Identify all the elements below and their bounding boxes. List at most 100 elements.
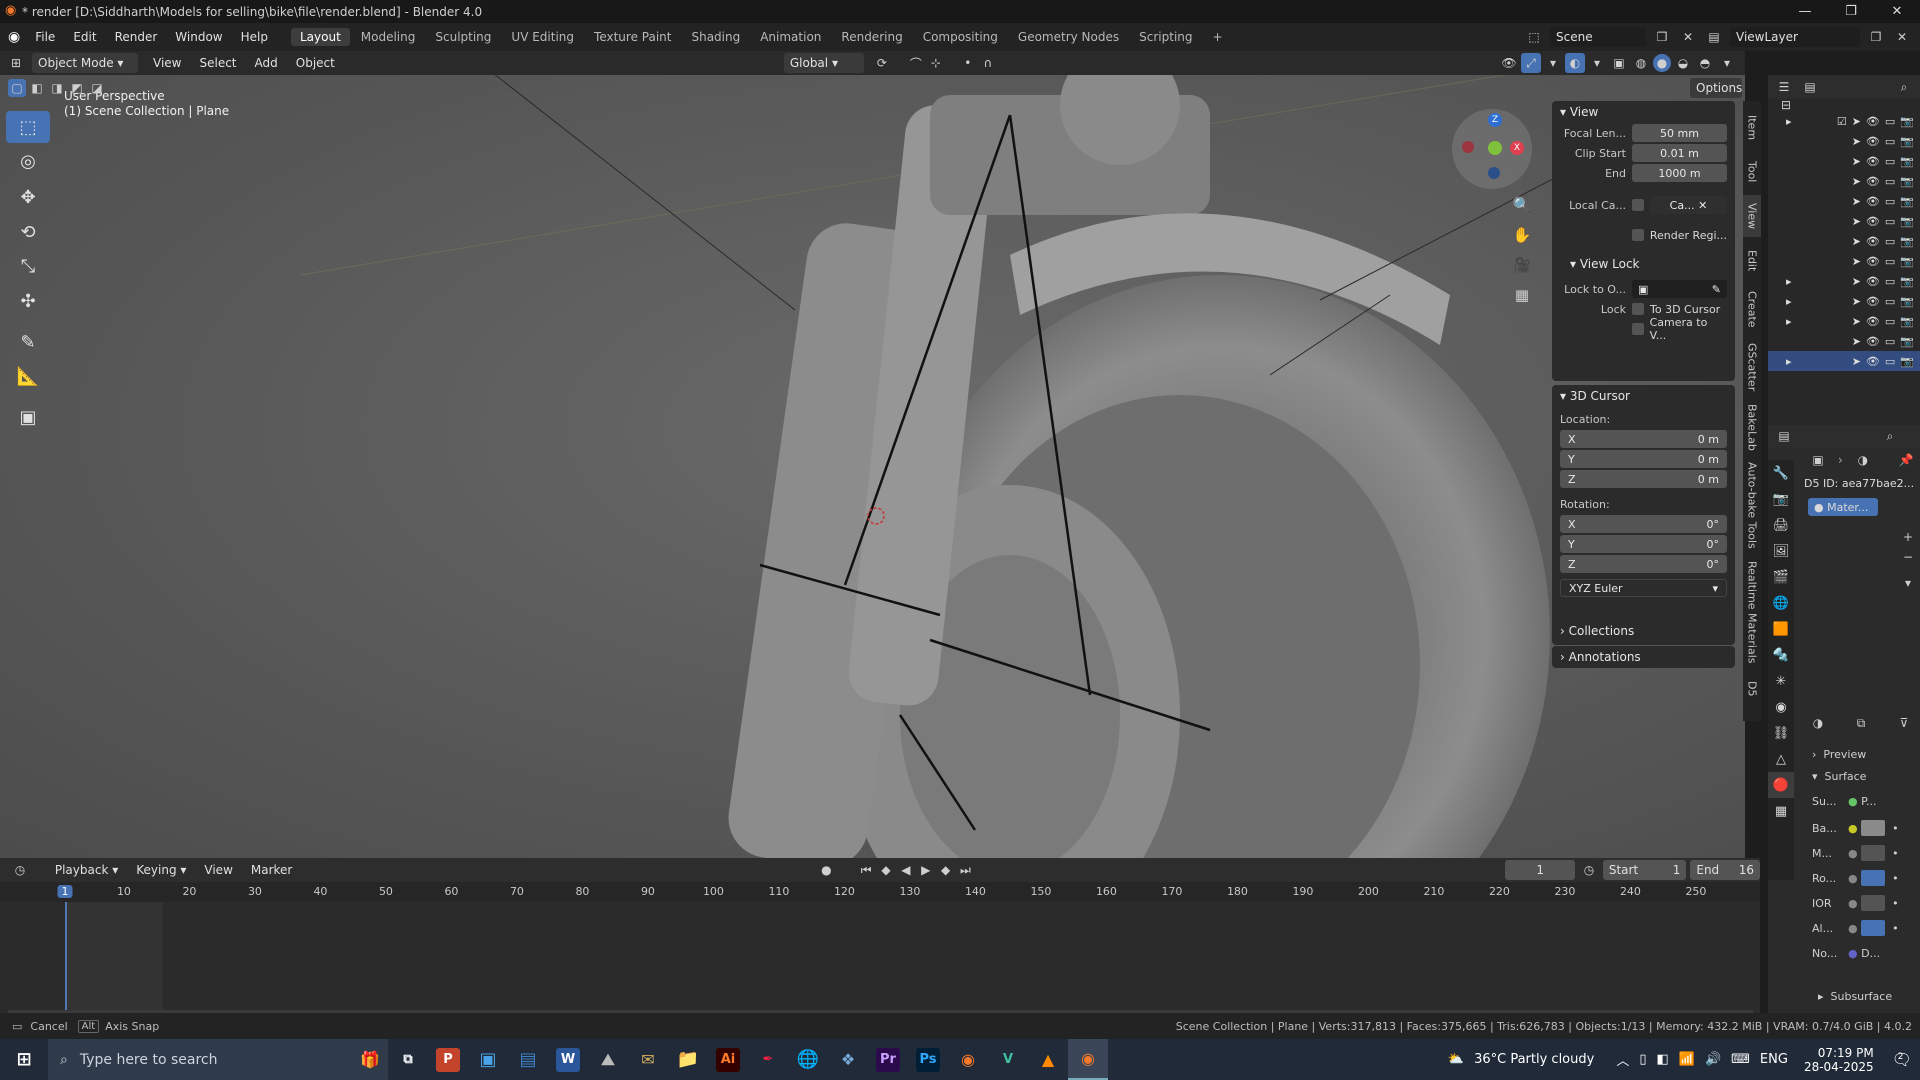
timeline-ruler[interactable]: 1 10 20 30 40 50 60 70 80 90 100 110 120 130 140 150 160… xyxy=(0,882,1760,902)
wifi-icon[interactable]: 📶 xyxy=(1679,1052,1695,1067)
tool-props-icon[interactable]: 🔧 xyxy=(1768,460,1794,486)
render-camera-icon[interactable]: 📷 xyxy=(1900,215,1914,228)
remove-slot-icon[interactable]: − xyxy=(1898,547,1918,567)
zoom-icon[interactable]: 🔍 xyxy=(1512,195,1532,215)
pin-icon[interactable]: 📌 xyxy=(1896,450,1916,470)
cursor-rotation-y[interactable]: Y 0° xyxy=(1560,535,1727,553)
viewport-disable-icon[interactable]: ▭ xyxy=(1885,295,1895,308)
render-camera-icon[interactable]: 📷 xyxy=(1900,335,1914,348)
eye-icon[interactable]: 👁 xyxy=(1866,275,1880,288)
gizmo-neg-z[interactable] xyxy=(1488,167,1500,179)
snap-icon[interactable]: ⌒ xyxy=(906,53,926,73)
cursor-rotation-x[interactable]: X 0° xyxy=(1560,515,1727,533)
metallic-row[interactable]: M... ● • xyxy=(1812,842,1916,864)
modifier-props-icon[interactable]: 🔩 xyxy=(1768,642,1794,668)
tab-shading[interactable]: Shading xyxy=(682,28,749,46)
notifications-icon[interactable]: 🗨 2 xyxy=(1892,1050,1912,1069)
view-layer-field[interactable]: ViewLayer xyxy=(1730,27,1860,47)
pivot-icon[interactable]: ⟳ xyxy=(872,53,892,73)
measure-tool[interactable]: 📐 xyxy=(6,360,50,392)
local-camera-field[interactable]: Ca... ✕ xyxy=(1650,196,1727,214)
select-arrow-icon[interactable]: ➤ xyxy=(1852,275,1861,288)
falloff-icon[interactable]: ∩ xyxy=(978,53,998,73)
render-camera-icon[interactable]: 📷 xyxy=(1900,195,1914,208)
material-props-icon[interactable]: 🔴 xyxy=(1768,772,1794,798)
viewport-disable-icon[interactable]: ▭ xyxy=(1885,315,1895,328)
select-arrow-icon[interactable]: ➤ xyxy=(1852,175,1861,188)
navigation-gizmo[interactable]: Z X xyxy=(1452,109,1532,189)
eye-icon[interactable]: 👁 xyxy=(1866,135,1880,148)
outliner-row[interactable]: ➤ 👁 ▭ 📷 xyxy=(1768,171,1920,191)
new-view-layer-icon[interactable]: ❐ xyxy=(1866,27,1886,47)
viewport-disable-icon[interactable]: ▭ xyxy=(1885,335,1895,348)
tab-d5[interactable]: D5 xyxy=(1743,675,1761,703)
viewport-3d[interactable]: User Perspective (1) Scene Collection | … xyxy=(0,75,1745,858)
clip-start-field[interactable]: 0.01 m xyxy=(1632,144,1727,162)
end-frame-field[interactable]: End 16 xyxy=(1690,860,1760,880)
data-props-icon[interactable]: △ xyxy=(1768,746,1794,772)
close-button[interactable]: ✕ xyxy=(1874,0,1920,23)
physics-props-icon[interactable]: ◉ xyxy=(1768,694,1794,720)
jump-end-icon[interactable]: ⏭ xyxy=(956,860,976,880)
viewport-disable-icon[interactable]: ▭ xyxy=(1885,275,1895,288)
transform-tool[interactable]: ✣ xyxy=(6,285,50,317)
shading-dropdown-icon[interactable]: ▾ xyxy=(1717,53,1737,73)
constraints-props-icon[interactable]: ⛓ xyxy=(1768,720,1794,746)
select-arrow-icon[interactable]: ➤ xyxy=(1852,355,1861,368)
solid-shading-icon[interactable]: ● xyxy=(1653,54,1671,72)
tab-modeling[interactable]: Modeling xyxy=(352,28,425,46)
menu-render[interactable]: Render xyxy=(106,30,167,44)
weather-label[interactable]: 36°C Partly cloudy xyxy=(1474,1052,1594,1067)
subsurface-section[interactable]: ▸ Subsurface xyxy=(1818,985,1892,1007)
object-props-icon[interactable]: 🟧 xyxy=(1768,616,1794,642)
camera-view-icon[interactable]: 🎥 xyxy=(1512,255,1532,275)
viewport-disable-icon[interactable]: ▭ xyxy=(1885,175,1895,188)
outliner-row[interactable]: ➤ 👁 ▭ 📷 xyxy=(1768,251,1920,271)
clip-end-field[interactable]: 1000 m xyxy=(1632,164,1727,182)
photos-icon[interactable]: ⛰ xyxy=(588,1039,628,1080)
texture-props-icon[interactable]: ▦ xyxy=(1768,798,1794,824)
proportional-edit-icon[interactable]: • xyxy=(958,53,978,73)
pan-hand-icon[interactable]: ✋ xyxy=(1512,225,1532,245)
select-arrow-icon[interactable]: ➤ xyxy=(1852,335,1861,348)
local-camera-checkbox[interactable] xyxy=(1632,199,1644,211)
expand-icon[interactable]: ▸ xyxy=(1786,275,1792,288)
tab-gscatter[interactable]: GScatter xyxy=(1743,339,1761,395)
move-tool[interactable]: ✥ xyxy=(6,181,50,213)
tab-view[interactable]: View xyxy=(1743,195,1761,237)
render-camera-icon[interactable]: 📷 xyxy=(1900,235,1914,248)
eye-icon[interactable]: 👁 xyxy=(1866,295,1880,308)
render-camera-icon[interactable]: 📷 xyxy=(1900,175,1914,188)
surface-section[interactable]: ▾ Surface xyxy=(1812,765,1866,787)
transform-orientation-dropdown[interactable]: Global ▾ xyxy=(783,53,864,73)
cursor-section-header[interactable]: ▾ 3D Cursor xyxy=(1552,385,1735,407)
menu-edit[interactable]: Edit xyxy=(64,30,105,44)
particles-props-icon[interactable]: ✳ xyxy=(1768,668,1794,694)
scene-props-icon[interactable]: 🎬 xyxy=(1768,564,1794,590)
outliner-row[interactable]: ➤ 👁 ▭ 📷 xyxy=(1768,131,1920,151)
select-box-tool[interactable]: ⬚ xyxy=(6,111,50,143)
select-arrow-icon[interactable]: ➤ xyxy=(1852,155,1861,168)
tab-compositing[interactable]: Compositing xyxy=(914,28,1007,46)
select-extend-icon[interactable]: ◧ xyxy=(28,79,46,97)
menu-view[interactable]: View xyxy=(144,56,190,70)
viewport-disable-icon[interactable]: ▭ xyxy=(1885,215,1895,228)
weather-icon[interactable]: ⛅ xyxy=(1448,1052,1464,1067)
gizmo-z-axis[interactable]: Z xyxy=(1488,113,1502,127)
base-color-row[interactable]: Ba... ● • xyxy=(1812,817,1916,839)
record-icon[interactable]: ● xyxy=(816,860,836,880)
select-new-icon[interactable]: ▢ xyxy=(8,79,26,97)
photoshop-icon[interactable]: Ps xyxy=(916,1047,940,1072)
add-workspace-button[interactable]: + xyxy=(1204,28,1232,46)
add-slot-icon[interactable]: + xyxy=(1898,527,1918,547)
maximize-button[interactable]: ❐ xyxy=(1828,0,1874,23)
visibility-icon[interactable]: 👁 xyxy=(1499,53,1519,73)
viewport-disable-icon[interactable]: ▭ xyxy=(1885,135,1895,148)
editor-type-icon[interactable]: ⊞ xyxy=(6,53,26,73)
viewport-disable-icon[interactable]: ▭ xyxy=(1885,255,1895,268)
select-arrow-icon[interactable]: ➤ xyxy=(1852,115,1861,128)
mode-dropdown[interactable]: Object Mode ▾ xyxy=(32,53,138,73)
properties-editor-icon[interactable]: ▤ xyxy=(1774,426,1794,446)
delete-scene-icon[interactable]: ✕ xyxy=(1678,27,1698,47)
viewport-disable-icon[interactable]: ▭ xyxy=(1885,115,1895,128)
